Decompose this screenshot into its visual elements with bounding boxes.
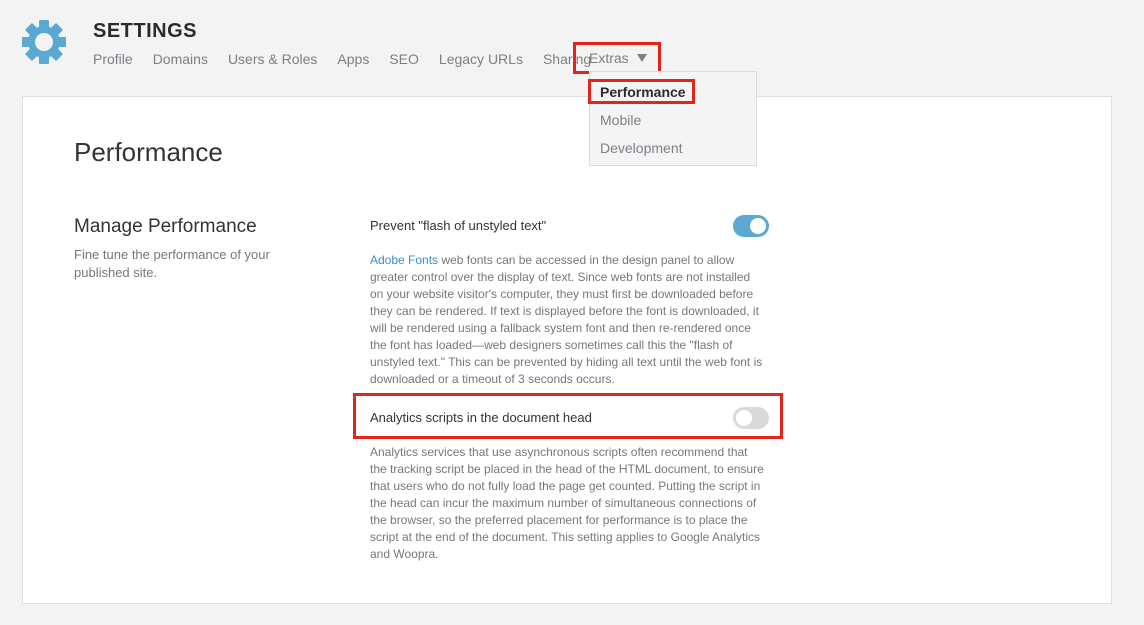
performance-item-highlight bbox=[588, 79, 695, 104]
dropdown-item-mobile[interactable]: Mobile bbox=[600, 112, 641, 128]
fout-setting-description: Adobe Fonts web fonts can be accessed in… bbox=[370, 252, 765, 388]
fout-description-text: web fonts can be accessed in the design … bbox=[370, 253, 763, 386]
nav-tab-seo[interactable]: SEO bbox=[389, 51, 419, 67]
nav-tab-extras-label: Extras bbox=[589, 50, 629, 66]
section-description: Fine tune the performance of your publis… bbox=[74, 247, 270, 280]
nav-tab-apps[interactable]: Apps bbox=[337, 51, 369, 67]
caret-down-icon bbox=[636, 54, 647, 62]
page-title: Performance bbox=[74, 137, 223, 167]
nav-tab-legacy-urls[interactable]: Legacy URLs bbox=[439, 51, 523, 67]
dropdown-item-development[interactable]: Development bbox=[600, 140, 683, 156]
settings-panel: Performance Manage Performance Fine tune… bbox=[22, 96, 1112, 604]
analytics-setting-description: Analytics services that use asynchronous… bbox=[370, 445, 764, 561]
nav-tab-users-roles[interactable]: Users & Roles bbox=[228, 51, 317, 67]
settings-nav: Profile Domains Users & Roles Apps SEO L… bbox=[93, 51, 611, 67]
fout-setting-label: Prevent "flash of unstyled text" bbox=[370, 218, 547, 233]
gear-icon bbox=[22, 20, 66, 64]
nav-tab-extras[interactable]: Extras bbox=[573, 42, 661, 74]
nav-tab-domains[interactable]: Domains bbox=[153, 51, 208, 67]
page-header-title: SETTINGS bbox=[93, 20, 198, 42]
toggle-knob bbox=[750, 218, 766, 234]
analytics-row-highlight bbox=[353, 393, 783, 439]
fout-toggle[interactable] bbox=[733, 215, 769, 237]
section-title: Manage Performance bbox=[74, 216, 257, 237]
adobe-fonts-link[interactable]: Adobe Fonts bbox=[370, 253, 438, 267]
nav-tab-profile[interactable]: Profile bbox=[93, 51, 133, 67]
